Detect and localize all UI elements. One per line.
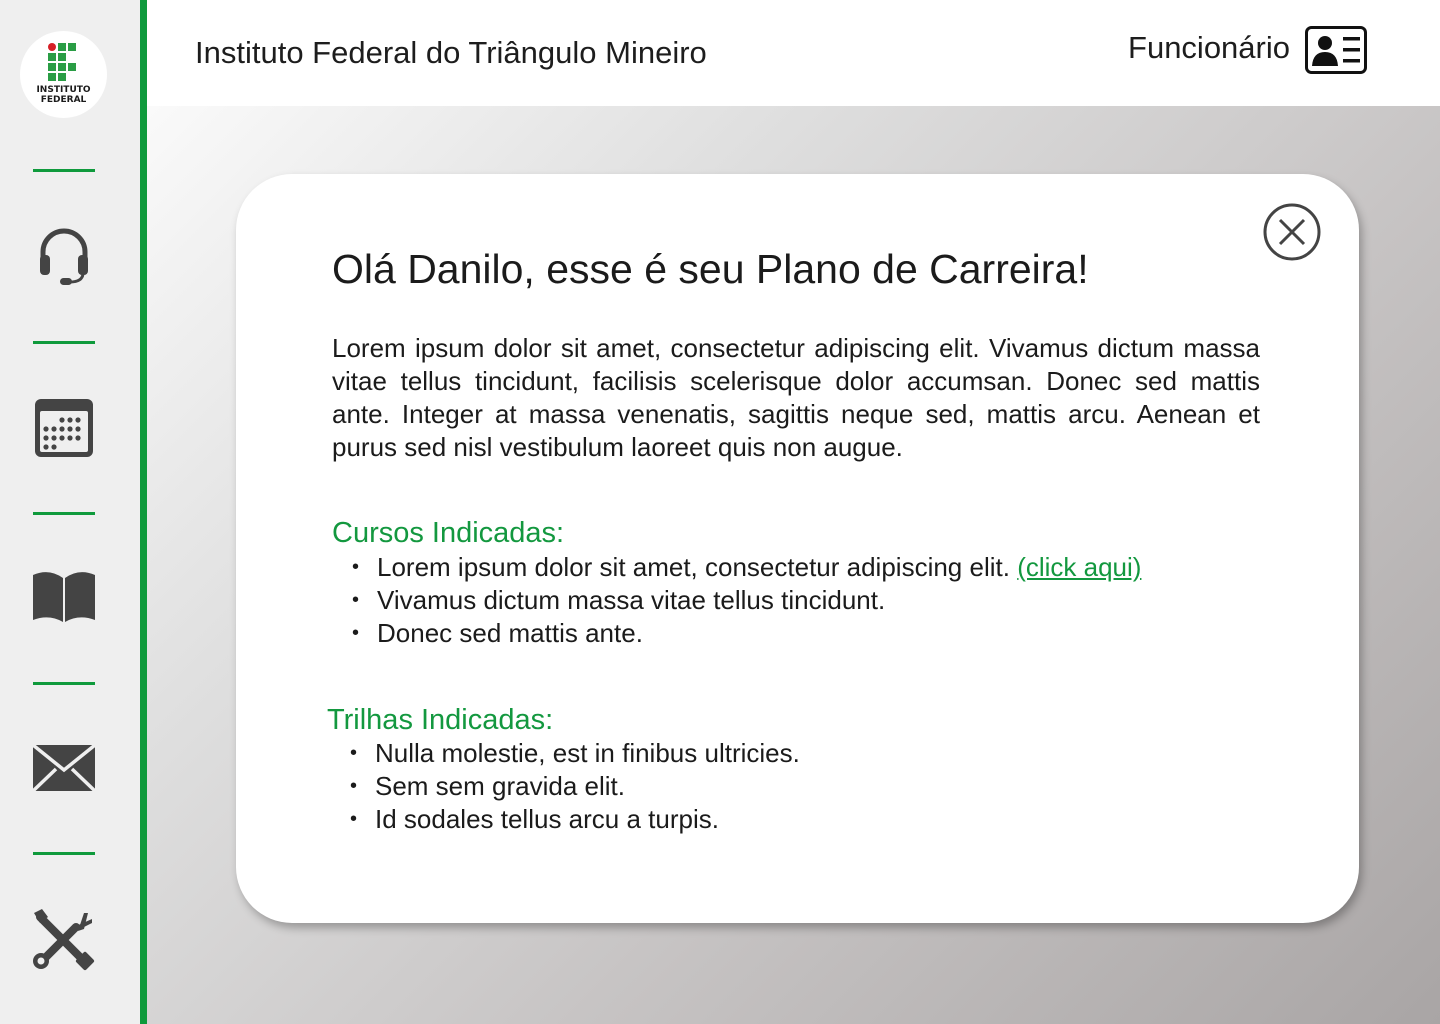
user-role-label[interactable]: Funcionário (1128, 30, 1290, 66)
institution-title: Instituto Federal do Triângulo Mineiro (195, 35, 707, 70)
course-link[interactable]: (click aqui) (1017, 552, 1141, 582)
sidebar-divider (33, 341, 95, 344)
close-button[interactable] (1263, 203, 1321, 261)
sidebar-item-courses[interactable] (30, 564, 98, 632)
top-header: Instituto Federal do Triângulo Mineiro F… (147, 0, 1440, 106)
career-plan-modal: Olá Danilo, esse é seu Plano de Carreira… (236, 174, 1359, 923)
intro-paragraph: Lorem ipsum dolor sit amet, consectetur … (332, 333, 1260, 462)
logo-text-line2: FEDERAL (40, 95, 87, 105)
logo-red-dot (48, 43, 56, 51)
sidebar: INSTITUTO FEDERAL (0, 0, 140, 1024)
sidebar-item-calendar[interactable] (30, 395, 98, 463)
sidebar-divider (33, 682, 95, 685)
courses-list: Lorem ipsum dolor sit amet, consectetur … (352, 551, 1141, 650)
modal-title: Olá Danilo, esse é seu Plano de Carreira… (332, 246, 1089, 292)
book-icon (33, 572, 95, 622)
tracks-section-title: Trilhas Indicadas: (327, 704, 554, 736)
list-item: Sem sem gravida elit. (350, 770, 800, 803)
tools-icon (33, 909, 95, 971)
id-card-icon[interactable] (1305, 26, 1367, 74)
institute-logo[interactable]: INSTITUTO FEDERAL (20, 31, 107, 118)
close-icon (1263, 203, 1321, 261)
sidebar-divider (33, 852, 95, 855)
calendar-icon (35, 399, 93, 457)
headset-icon (40, 228, 88, 285)
sidebar-item-support[interactable] (30, 222, 98, 290)
logo-text-line1: INSTITUTO (36, 85, 91, 95)
list-item: Donec sed mattis ante. (352, 617, 1141, 650)
list-item: Nulla molestie, est in finibus ultricies… (350, 737, 800, 770)
tracks-list: Nulla molestie, est in finibus ultricies… (350, 737, 800, 836)
list-item: Lorem ipsum dolor sit amet, consectetur … (352, 551, 1141, 584)
sidebar-item-messages[interactable] (30, 735, 98, 803)
courses-section-title: Cursos Indicadas: (332, 517, 565, 549)
list-item: Id sodales tellus arcu a turpis. (350, 803, 800, 836)
sidebar-divider (33, 169, 95, 172)
mail-icon (31, 743, 97, 793)
sidebar-item-settings[interactable] (30, 905, 98, 973)
sidebar-divider (33, 512, 95, 515)
sidebar-accent-bar (140, 0, 147, 1024)
list-item: Vivamus dictum massa vitae tellus tincid… (352, 584, 1141, 617)
